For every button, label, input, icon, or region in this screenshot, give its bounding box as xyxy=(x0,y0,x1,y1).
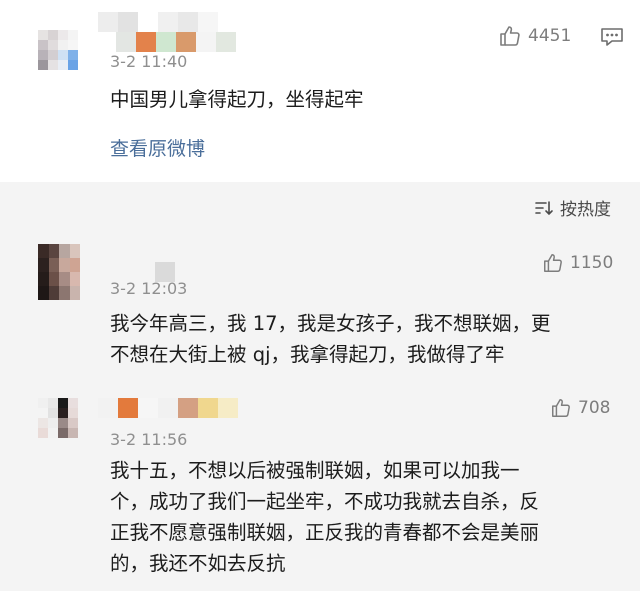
sort-icon xyxy=(535,200,553,215)
like-button[interactable]: 1150 xyxy=(542,252,613,274)
comment-text-line: 的，我还不如去反抗 xyxy=(110,552,286,575)
comment-text-line: 正我不愿意强制联姻，正反我的青春都不会是美丽 xyxy=(110,521,540,544)
comment-text: 我今年高三，我 17，我是女孩子，我不想联姻，更 不想在大街上被 qj，我拿得起… xyxy=(110,308,551,370)
comment-text-line: 个，成功了我们一起坐牢，不成功我就去自杀，反 xyxy=(110,490,540,513)
comment-text-line: 不想在大街上被 qj，我拿得起刀，我做得了牢 xyxy=(110,343,505,366)
like-button[interactable]: 708 xyxy=(550,397,610,419)
thumbs-up-icon xyxy=(500,26,520,46)
like-count: 708 xyxy=(578,398,611,418)
comment-time: 3-2 12:03 xyxy=(110,279,188,298)
avatar[interactable] xyxy=(38,30,78,70)
avatar[interactable] xyxy=(38,398,78,438)
comment-icon xyxy=(601,28,623,46)
like-count: 4451 xyxy=(528,26,572,46)
comment-text-line: 我今年高三，我 17，我是女孩子，我不想联姻，更 xyxy=(110,312,551,335)
comment-text: 中国男儿拿得起刀，坐得起牢 xyxy=(110,88,364,111)
thumbs-up-icon xyxy=(552,399,570,417)
comment-time: 3-2 11:40 xyxy=(110,52,188,71)
sort-by-hot-button[interactable]: 按热度 xyxy=(534,195,611,220)
username-blurred[interactable] xyxy=(98,398,238,418)
username-blurred[interactable] xyxy=(98,12,218,32)
top-comment-card: 3-2 11:40 4451 中国男儿拿得起刀，坐得起牢 查看原微博 xyxy=(0,0,640,182)
view-original-link[interactable]: 查看原微博 xyxy=(110,134,205,161)
sort-label: 按热度 xyxy=(560,200,611,220)
username-blurred-row2 xyxy=(116,32,236,52)
thumbs-up-icon xyxy=(544,254,562,272)
reply-button[interactable] xyxy=(600,26,624,52)
comment-text: 我十五，不想以后被强制联姻，如果可以加我一 个，成功了我们一起坐牢，不成功我就去… xyxy=(110,455,539,579)
avatar[interactable] xyxy=(38,244,80,300)
comment-time: 3-2 11:56 xyxy=(110,430,188,449)
like-count: 1150 xyxy=(570,253,614,273)
comment-text-line: 我十五，不想以后被强制联姻，如果可以加我一 xyxy=(110,459,520,482)
like-button[interactable]: 4451 xyxy=(498,24,571,48)
